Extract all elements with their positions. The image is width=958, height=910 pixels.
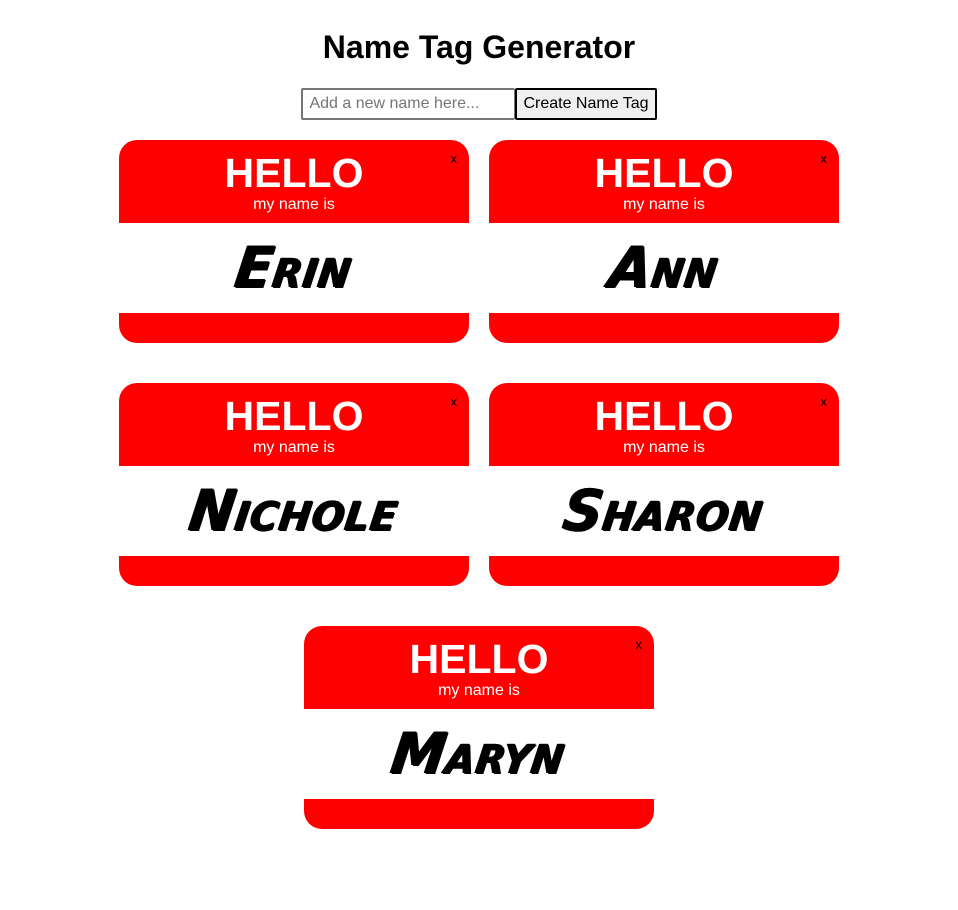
- close-button[interactable]: x: [821, 395, 828, 409]
- tag-name: Erin: [231, 234, 357, 301]
- name-tag: HELLO my name is x Sharon: [489, 383, 839, 586]
- name-tag: HELLO my name is x Maryn: [304, 626, 654, 829]
- close-button[interactable]: x: [821, 152, 828, 166]
- name-tag: HELLO my name is x Erin: [119, 140, 469, 343]
- tag-subtitle: my name is: [438, 682, 520, 699]
- tag-hello: HELLO: [224, 150, 364, 196]
- name-tag-list: HELLO my name is x Erin HELLO my name is…: [0, 140, 958, 829]
- tag-hello: HELLO: [224, 393, 364, 439]
- tag-subtitle: my name is: [253, 439, 335, 456]
- tag-header: HELLO my name is: [489, 383, 839, 466]
- tag-subtitle: my name is: [623, 196, 705, 213]
- name-tag: HELLO my name is x Ann: [489, 140, 839, 343]
- page-title: Name Tag Generator: [322, 29, 636, 65]
- tag-body: Nichole: [119, 466, 469, 556]
- create-name-tag-button[interactable]: Create Name Tag: [515, 88, 657, 120]
- tag-body: Maryn: [304, 709, 654, 799]
- tag-body: Ann: [489, 223, 839, 313]
- tag-body: Erin: [119, 223, 469, 313]
- tag-hello: HELLO: [594, 393, 734, 439]
- name-input[interactable]: [301, 88, 516, 120]
- name-tag: HELLO my name is x Nichole: [119, 383, 469, 586]
- tag-body: Sharon: [489, 466, 839, 556]
- close-button[interactable]: x: [451, 152, 458, 166]
- name-form: Create Name Tag: [0, 88, 958, 120]
- tag-header: HELLO my name is: [119, 383, 469, 466]
- tag-subtitle: my name is: [253, 196, 335, 213]
- tag-name: Ann: [605, 234, 723, 301]
- close-button[interactable]: x: [451, 395, 458, 409]
- tag-subtitle: my name is: [623, 439, 705, 456]
- tag-name: Maryn: [387, 720, 571, 787]
- tag-header: HELLO my name is: [304, 626, 654, 709]
- tag-hello: HELLO: [594, 150, 734, 196]
- tag-header: HELLO my name is: [119, 140, 469, 223]
- close-button[interactable]: x: [636, 638, 643, 652]
- tag-header: HELLO my name is: [489, 140, 839, 223]
- tag-name: Nichole: [185, 477, 403, 544]
- tag-hello: HELLO: [409, 636, 549, 682]
- tag-name: Sharon: [559, 477, 769, 544]
